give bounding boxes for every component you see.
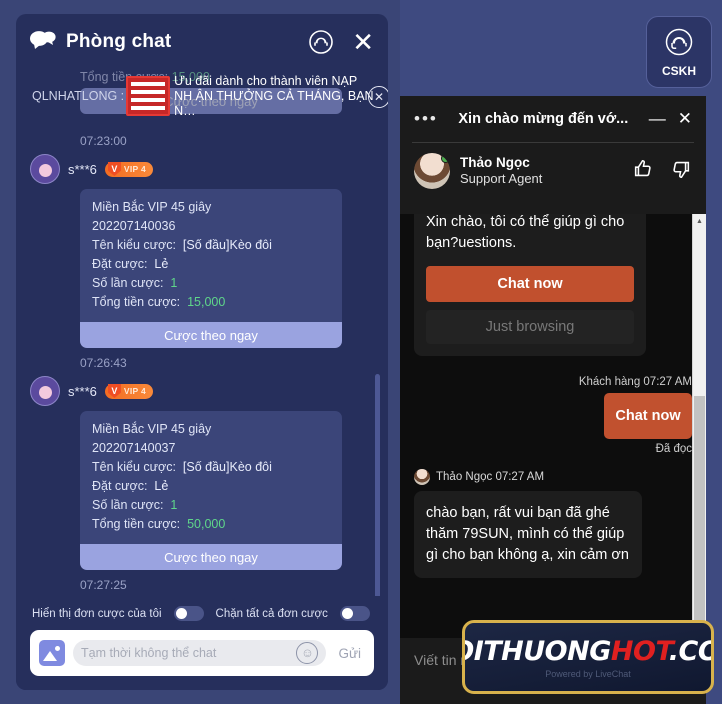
smiley-icon[interactable]: ☺: [296, 642, 319, 664]
toggle-label-my-bets: Hiển thị đơn cược của tôi: [32, 607, 162, 620]
agent-name: Thảo Ngọc: [460, 155, 530, 170]
message-time: 07:26:43: [80, 356, 127, 370]
incoming-meta: Thảo Ngọc 07:27 AM: [436, 471, 545, 483]
gift-box-icon: [126, 76, 171, 116]
scrollbar-track[interactable]: [375, 74, 384, 660]
vip-v-icon: V: [107, 162, 121, 176]
vip-level-label: VIP 4: [123, 164, 147, 174]
avatar: [414, 153, 450, 189]
thumbs-up-icon[interactable]: [632, 158, 654, 185]
chat-input-placeholder: Tạm thời không thể chat: [81, 646, 217, 660]
vip-level-label: VIP 4: [123, 386, 147, 396]
livechat-widget: ••• Xin chào mừng đến vớ... — ✕ Thảo Ngọ…: [400, 96, 706, 704]
message-list[interactable]: Tổng tiền cược: 15,000 Cược theo ngay 07…: [16, 70, 388, 596]
close-icon[interactable]: ✕: [678, 109, 692, 129]
send-button[interactable]: Gửi: [334, 646, 365, 661]
notification-user: QLNHATLONG :: [32, 89, 125, 103]
bot-greeting-card: Xin chào, tôi có thể giúp gì cho bạn?ues…: [414, 214, 646, 356]
online-status-dot: [441, 154, 450, 163]
livechat-header: ••• Xin chào mừng đến vớ... — ✕: [400, 96, 706, 142]
watermark-overlay: DOITHUONGHOT.COM Powered by LiveChat: [462, 620, 714, 694]
bet-line: Miền Bắc VIP 45 giây: [92, 200, 212, 214]
bet-line: Đặt cược: Lẻ: [92, 257, 169, 271]
scrollbar-thumb[interactable]: [694, 396, 705, 644]
app-root: Phòng chat ✕ QLNHATLONG : Ưu đãi dành ch…: [0, 0, 722, 704]
agent-role: Support Agent: [460, 171, 543, 186]
toggle-label-block-bets: Chặn tất cả đơn cược: [215, 607, 328, 620]
chat-header: Phòng chat ✕: [16, 14, 388, 70]
agent-info: Thảo Ngọc Support Agent: [400, 143, 706, 201]
incoming-message: chào bạn, rất vui bạn đã ghé thăm 79SUN,…: [414, 491, 642, 578]
headset-support-icon: [664, 27, 694, 62]
watermark-part2: HOT: [610, 635, 669, 667]
composer-bar: Hiển thị đơn cược của tôi Chặn tất cả đơ…: [16, 596, 388, 690]
avatar: [414, 469, 430, 485]
livechat-title: Xin chào mừng đến vớ...: [458, 111, 629, 127]
cskh-support-button[interactable]: CSKH: [646, 16, 712, 88]
livechat-message-list[interactable]: Xin chào, tôi có thể giúp gì cho bạn?ues…: [400, 214, 706, 638]
incoming-meta-row: Thảo Ngọc 07:27 AM: [414, 469, 692, 485]
notification-text: Ưu đãi dành cho thành viên NẠP NH ẬN THƯ…: [174, 73, 374, 118]
bet-line: 202207140036: [92, 219, 176, 233]
bet-follow-button[interactable]: Cược theo ngay: [80, 322, 342, 348]
bet-card: Miền Bắc VIP 45 giây 202207140036 Tên ki…: [80, 189, 342, 322]
toggle-my-bets[interactable]: [173, 606, 204, 621]
speech-bubbles-icon: [30, 30, 56, 55]
bet-line: Miền Bắc VIP 45 giây: [92, 422, 212, 436]
outgoing-meta: Khách hàng 07:27 AM: [578, 376, 692, 388]
bet-line: Tên kiểu cược: [Số đầu]Kèo đôi: [92, 238, 272, 252]
username: s***6: [68, 161, 97, 177]
outgoing-message: Chat now: [604, 393, 692, 439]
phong-chat-window: Phòng chat ✕ QLNHATLONG : Ưu đãi dành ch…: [16, 14, 388, 690]
message-user-row: s***6 V VIP 4: [30, 376, 374, 406]
more-options-icon[interactable]: •••: [414, 109, 438, 129]
minimize-icon[interactable]: —: [649, 110, 666, 127]
bet-line: Số lần cược: 1: [92, 276, 178, 290]
close-icon[interactable]: ✕: [352, 29, 374, 55]
bet-line: Tên kiểu cược: [Số đầu]Kèo đôi: [92, 460, 272, 474]
bet-card: Miền Bắc VIP 45 giây 202207140037 Tên ki…: [80, 411, 342, 544]
bet-line: Đặt cược: Lẻ: [92, 479, 169, 493]
bet-line: Số lần cược: 1: [92, 498, 178, 512]
message-composer: Tạm thời không thể chat ☺ Gửi: [30, 630, 374, 676]
toggle-row: Hiển thị đơn cược của tôi Chặn tất cả đơ…: [16, 596, 388, 621]
username: s***6: [68, 383, 97, 399]
close-circle-icon[interactable]: ✕: [368, 86, 388, 108]
read-status: Đã đọc: [655, 443, 692, 455]
page-title: Phòng chat: [66, 31, 172, 52]
message-time: 07:23:00: [80, 134, 127, 148]
avatar: [30, 154, 60, 184]
vip-badge: V VIP 4: [104, 383, 154, 399]
bet-line: Tổng tiền cược: 15,000: [92, 295, 226, 309]
cskh-label: CSKH: [661, 63, 696, 78]
chat-input[interactable]: Tạm thời không thể chat ☺: [73, 640, 327, 666]
toggle-block-bets[interactable]: [339, 606, 370, 621]
headset-icon[interactable]: [308, 29, 334, 55]
avatar: [30, 376, 60, 406]
scrollbar-track[interactable]: ▲ ▼: [692, 214, 706, 644]
bet-line: Tổng tiền cược: 50,000: [92, 517, 226, 531]
watermark-part1: DOITHUONG: [465, 635, 611, 667]
message-user-row: s***6 V VIP 4: [30, 154, 374, 184]
chat-now-button[interactable]: Chat now: [426, 266, 634, 302]
scroll-up-arrow[interactable]: ▲: [693, 214, 706, 228]
watermark-text: DOITHUONGHOT.COM: [465, 635, 711, 667]
message-time: 07:27:25: [80, 578, 127, 592]
vip-v-icon: V: [107, 384, 121, 398]
thumbs-down-icon[interactable]: [670, 158, 692, 185]
watermark-part3: .COM: [668, 635, 711, 667]
bet-line: 202207140037: [92, 441, 176, 455]
vip-badge: V VIP 4: [104, 161, 154, 177]
bet-follow-button[interactable]: Cược theo ngay: [80, 544, 342, 570]
watermark-sub: Powered by LiveChat: [545, 668, 631, 679]
bot-greeting-text: Xin chào, tôi có thể giúp gì cho bạn?ues…: [426, 214, 625, 251]
image-upload-icon[interactable]: [39, 640, 65, 666]
just-browsing-button[interactable]: Just browsing: [426, 310, 634, 344]
promo-notification[interactable]: QLNHATLONG : Ưu đãi dành cho thành viên …: [32, 73, 388, 118]
